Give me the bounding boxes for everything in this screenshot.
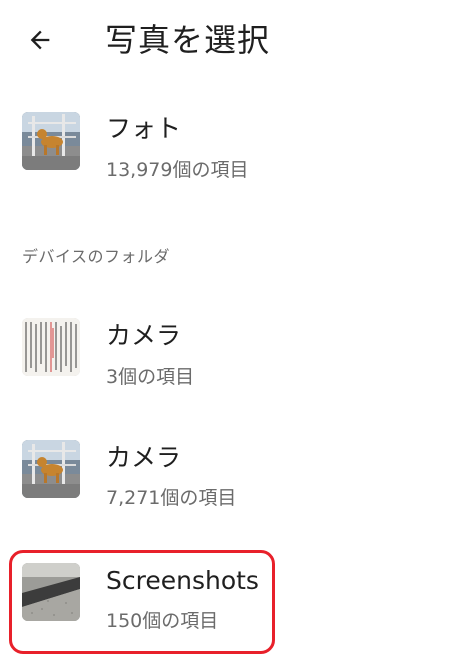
folder-row-screenshots[interactable]: Screenshots 150個の項目 [0, 547, 453, 647]
folder-item-count: 150個の項目 [106, 610, 219, 632]
folder-item-count: 3個の項目 [106, 366, 195, 388]
folder-thumbnail [22, 563, 80, 621]
photo-picker-screen: 写真を選択 フォト 13,979個の項目 デバイスのフォルダ カメラ 3個の項目… [0, 0, 453, 657]
folder-title: Screenshots [106, 566, 259, 595]
album-title: フォト [106, 114, 182, 143]
folder-thumbnail [22, 318, 80, 376]
section-header-device-folders: デバイスのフォルダ [22, 247, 171, 266]
album-item-count: 13,979個の項目 [106, 159, 249, 181]
album-thumbnail [22, 112, 80, 170]
album-row-photos[interactable]: フォト 13,979個の項目 [0, 96, 453, 196]
back-button[interactable] [20, 20, 60, 60]
folder-title: カメラ [106, 321, 182, 350]
folder-item-count: 7,271個の項目 [106, 487, 237, 509]
page-title: 写真を選択 [105, 21, 271, 59]
arrow-back-icon [30, 30, 50, 50]
folder-row-camera-2[interactable]: カメラ 7,271個の項目 [0, 424, 453, 524]
folder-title: カメラ [106, 443, 182, 472]
folder-row-camera-1[interactable]: カメラ 3個の項目 [0, 302, 453, 402]
folder-thumbnail [22, 440, 80, 498]
